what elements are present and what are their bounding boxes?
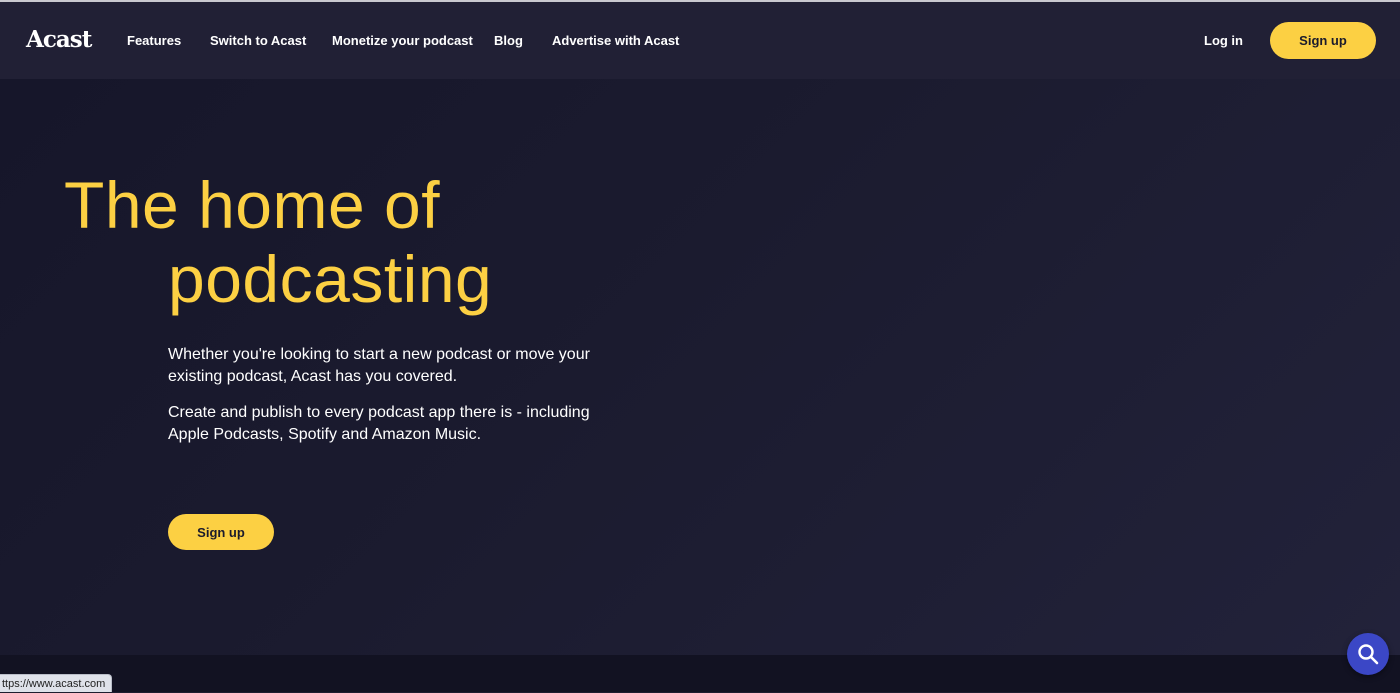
acast-logo[interactable]: Acast [26, 26, 92, 53]
nav-link-features[interactable]: Features [127, 33, 181, 48]
hero-headline-line2: podcasting [168, 242, 493, 316]
login-link[interactable]: Log in [1204, 33, 1243, 48]
nav-link-monetize[interactable]: Monetize your podcast [332, 33, 473, 48]
search-icon [1358, 644, 1379, 665]
nav-link-switch-to-acast[interactable]: Switch to Acast [210, 33, 306, 48]
signup-button-hero[interactable]: Sign up [168, 514, 274, 550]
nav-link-blog[interactable]: Blog [494, 33, 523, 48]
status-bar-url: ttps://www.acast.com [0, 674, 113, 692]
top-navigation: Acast Features Switch to Acast Monetize … [0, 2, 1400, 79]
hero-paragraph-2: Create and publish to every podcast app … [168, 404, 590, 443]
nav-link-advertise[interactable]: Advertise with Acast [552, 33, 679, 48]
hero-headline-line1: The home of [64, 168, 441, 242]
next-section-strip [0, 655, 1400, 692]
help-search-button[interactable] [1347, 633, 1389, 675]
signup-button-header[interactable]: Sign up [1270, 22, 1376, 59]
hero-paragraph-1: Whether you're looking to start a new po… [168, 346, 590, 385]
